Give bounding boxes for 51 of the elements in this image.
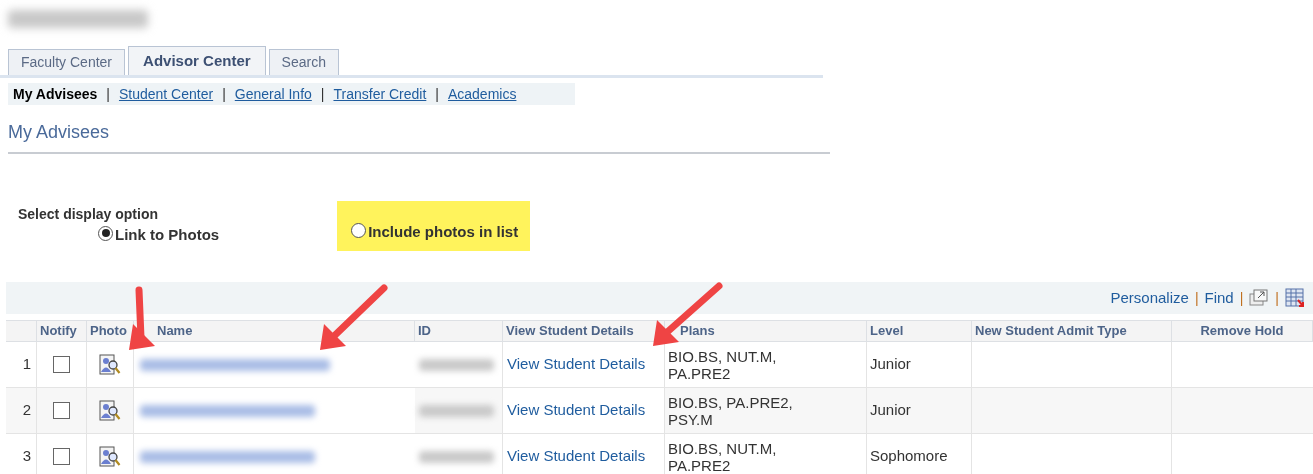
tab[interactable]: Search	[268, 49, 339, 75]
radio-label: Link to Photos	[115, 224, 220, 245]
separator: |	[1275, 288, 1279, 308]
column-header: Photo	[90, 322, 127, 341]
details-link[interactable]: View Student Details	[507, 445, 646, 468]
separator: |	[1239, 288, 1244, 308]
notify-checkbox[interactable]	[53, 448, 70, 465]
column-header: Remove Hold	[1200, 322, 1284, 341]
separator: |	[1194, 288, 1199, 308]
new-window-icon[interactable]	[1249, 289, 1270, 307]
photo-search-icon[interactable]	[99, 445, 121, 468]
notify-checkbox[interactable]	[53, 402, 70, 419]
subnav-link[interactable]: Academics	[447, 83, 517, 105]
toolbar-link[interactable]: Personalize	[1110, 286, 1189, 310]
column-header: Plans	[680, 322, 715, 341]
level-cell-text: Junior	[870, 400, 911, 421]
plans-cell-text: BIO.BS, NUT.M, PA.PRE2	[668, 439, 778, 474]
separator: |	[320, 84, 325, 104]
separator: |	[222, 84, 226, 104]
column-header: Name	[157, 322, 193, 341]
separator: |	[106, 84, 110, 104]
column-header: ID	[418, 322, 431, 341]
row-number: 1	[22, 354, 31, 375]
page-title: My Advisees	[8, 122, 110, 142]
subnav-link[interactable]: Student Center	[118, 83, 214, 105]
details-link[interactable]: View Student Details	[507, 353, 646, 376]
plans-cell-text: BIO.BS, NUT.M, PA.PRE2	[668, 347, 778, 382]
tab[interactable]: Advisor Center	[128, 46, 266, 75]
subnav-link[interactable]: General Info	[234, 83, 312, 105]
column-header: View Student Details	[506, 322, 634, 341]
row-number: 2	[22, 400, 31, 421]
column-header: Level	[870, 322, 904, 341]
plans-cell-text: BIO.BS, PA.PRE2, PSY.M	[668, 393, 794, 428]
subnav-link[interactable]: My Advisees	[13, 83, 98, 105]
photo-search-icon[interactable]	[99, 353, 121, 376]
tab[interactable]: Faculty Center	[8, 49, 126, 75]
grid-download-icon[interactable]	[1285, 288, 1305, 308]
level-cell-text: Junior	[870, 354, 911, 375]
radio-label: Include photos in list	[368, 221, 519, 242]
option-label: Select display option	[18, 206, 159, 222]
column-header: New Student Admit Type	[975, 322, 1127, 341]
separator: |	[435, 84, 439, 104]
row-number: 3	[22, 446, 31, 467]
toolbar-link[interactable]: Find	[1204, 286, 1234, 310]
subnav-link[interactable]: Transfer Credit	[333, 83, 427, 105]
notify-checkbox[interactable]	[53, 356, 70, 373]
radio-button[interactable]	[351, 222, 367, 238]
photo-search-icon[interactable]	[99, 399, 121, 422]
level-cell-text: Sophomore	[870, 446, 948, 467]
column-header: Notify	[40, 322, 77, 341]
radio-button[interactable]	[98, 225, 113, 241]
